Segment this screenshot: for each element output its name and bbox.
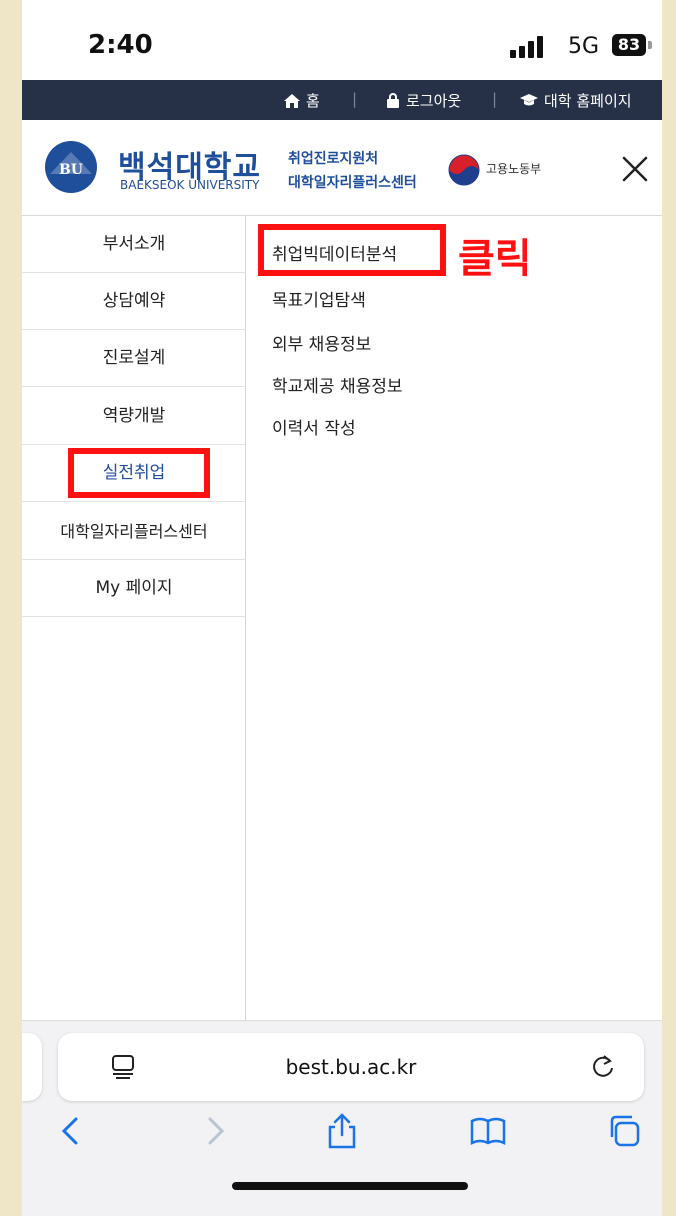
graduation-cap-icon	[520, 94, 538, 106]
site-header: BU 백석대학교 BAEKSEOK UNIVERSITY 취업진로지원처 대학일…	[22, 120, 662, 216]
bookmarks-icon[interactable]	[468, 1111, 508, 1151]
highlight-box-nav	[68, 448, 210, 498]
phone-screen: 2:40 5G 83 홈 | 로그아웃 | 대학 홈페이지 BU 백석대학교 B…	[22, 0, 662, 1216]
moel-label: 고용노동부	[486, 162, 542, 176]
submenu-school-jobs[interactable]: 학교제공 채용정보	[272, 372, 403, 397]
status-time: 2:40	[88, 30, 153, 60]
url-text: best.bu.ac.kr	[285, 1055, 417, 1079]
university-emblem-icon: BU	[45, 141, 97, 193]
util-home-link[interactable]: 홈	[284, 90, 320, 111]
signal-icon	[510, 36, 543, 58]
tabs-icon[interactable]	[606, 1111, 646, 1151]
nav-item-my-page[interactable]: My 페이지	[22, 560, 246, 617]
address-bar[interactable]: best.bu.ac.kr	[58, 1033, 644, 1101]
nav-item-counseling[interactable]: 상담예약	[22, 273, 246, 330]
network-type: 5G	[568, 34, 600, 59]
utility-bar: 홈 | 로그아웃 | 대학 홈페이지	[22, 80, 662, 120]
battery-tip	[648, 41, 652, 49]
util-separator: |	[492, 90, 498, 108]
util-logout-label: 로그아웃	[406, 92, 462, 110]
click-annotation: 클릭	[458, 236, 532, 282]
util-univ-home-link[interactable]: 대학 홈페이지	[520, 90, 632, 111]
util-logout-link[interactable]: 로그아웃	[386, 90, 461, 111]
center-name-line2: 대학일자리플러스센터	[288, 175, 417, 191]
lock-icon	[387, 93, 399, 108]
forward-icon[interactable]	[194, 1111, 234, 1151]
share-icon[interactable]	[322, 1111, 362, 1151]
util-separator: |	[352, 90, 358, 108]
submenu-external-jobs[interactable]: 외부 채용정보	[272, 330, 371, 355]
nav-item-career-design[interactable]: 진로설계	[22, 330, 246, 387]
highlight-box-submenu	[258, 224, 446, 276]
left-nav: 부서소개 상담예약 진로설계 역량개발 실전취업 대학일자리플러스센터 My 페…	[22, 216, 246, 1020]
emblem-badge-text: BU	[59, 162, 83, 178]
util-home-label: 홈	[306, 92, 320, 110]
home-icon	[284, 93, 300, 108]
nav-item-job-plus-center[interactable]: 대학일자리플러스센터	[22, 503, 246, 560]
util-univ-home-label: 대학 홈페이지	[544, 92, 632, 110]
nav-item-competency[interactable]: 역량개발	[22, 388, 246, 445]
nav-item-department[interactable]: 부서소개	[22, 216, 246, 273]
reload-icon[interactable]	[590, 1053, 616, 1079]
home-indicator	[232, 1182, 468, 1190]
status-bar: 2:40 5G 83	[22, 0, 662, 80]
university-name-en: BAEKSEOK UNIVERSITY	[120, 178, 260, 192]
submenu-target-company[interactable]: 목표기업탐색	[272, 286, 366, 311]
center-name-line1: 취업진로지원처	[288, 151, 379, 167]
previous-tab-peek[interactable]	[22, 1033, 42, 1101]
back-icon[interactable]	[52, 1111, 92, 1151]
close-icon[interactable]	[620, 154, 650, 184]
submenu-resume[interactable]: 이력서 작성	[272, 414, 356, 439]
moel-logo-icon	[448, 154, 480, 186]
battery-icon: 83	[612, 34, 646, 56]
